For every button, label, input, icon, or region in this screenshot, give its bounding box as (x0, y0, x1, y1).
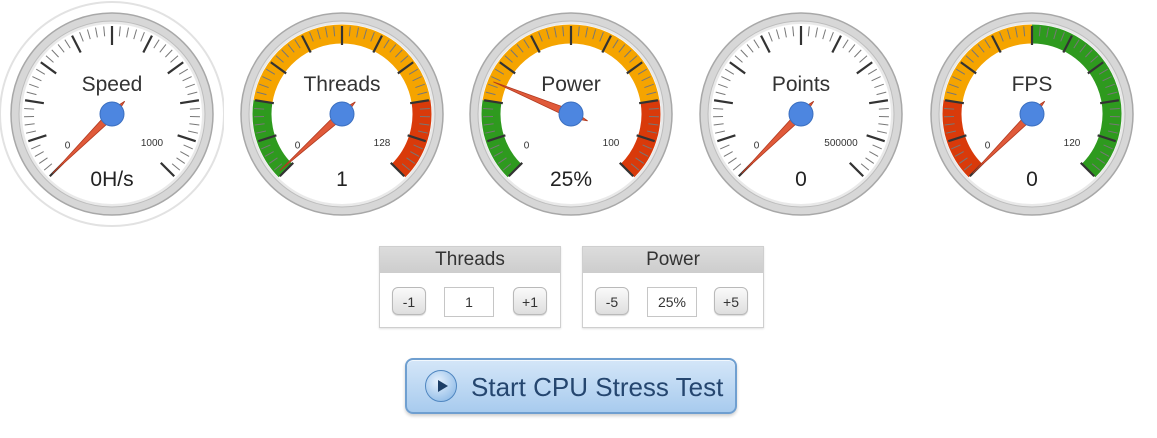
gauge-speed-value: 0H/s (90, 168, 133, 191)
gauge-fps-hub (1019, 101, 1045, 127)
gauge-fps-value: 0 (1026, 168, 1038, 191)
gauge-speed: Speed 0 1000 0H/s (0, 0, 224, 232)
power-value-field[interactable]: 25% (647, 287, 697, 317)
threads-increment-button[interactable]: +1 (513, 287, 547, 315)
play-icon (425, 370, 457, 402)
gauge-power-dial: Power 0 100 25% (469, 12, 673, 216)
gauge-points-minor-tick (878, 107, 889, 110)
gauge-fps: FPS 0 120 0 (928, 0, 1136, 232)
gauge-points-title: Points (772, 73, 830, 96)
gauge-power: Power 0 100 25% (467, 0, 675, 232)
gauge-speed-dial: Speed 0 1000 0H/s (0, 1, 224, 227)
gauge-threads-value: 1 (336, 168, 348, 191)
gauge-fps-min-label: 0 (985, 141, 991, 152)
gauge-threads-max-label: 128 (374, 138, 391, 149)
gauge-power-minor-tick (648, 107, 659, 110)
gauge-points-hub (788, 101, 814, 127)
gauge-points: Points 0 500000 0 (697, 0, 905, 232)
gauge-points-value: 0 (795, 168, 807, 191)
power-control-title: Power (583, 247, 763, 273)
gauge-points-min-label: 0 (754, 141, 760, 152)
gauge-threads-title: Threads (303, 73, 380, 96)
gauge-fps-max-label: 120 (1064, 138, 1081, 149)
threads-control-title: Threads (380, 247, 560, 273)
gauge-speed-max-label: 1000 (141, 138, 164, 149)
gauge-power-title: Power (541, 73, 601, 96)
gauge-points-dial: Points 0 500000 0 (699, 12, 903, 216)
gauge-threads-hub (329, 101, 355, 127)
gauge-threads-minor-tick (254, 107, 265, 110)
gauge-points-minor-tick (713, 107, 724, 110)
gauge-power-minor-tick (483, 107, 494, 110)
gauge-fps-minor-tick (1109, 107, 1120, 110)
threads-value-field[interactable]: 1 (444, 287, 494, 317)
threads-decrement-button[interactable]: -1 (392, 287, 426, 315)
gauge-threads-dial: Threads0 1281 (240, 12, 444, 216)
gauge-threads-minor-tick (419, 107, 430, 110)
gauge-speed-minor-tick (189, 107, 200, 110)
gauge-speed-hub (99, 101, 125, 127)
power-control-panel: Power -5 25% +5 (582, 246, 764, 328)
gauge-points-max-label: 500000 (824, 138, 858, 149)
power-decrement-button[interactable]: -5 (595, 287, 629, 315)
gauge-fps-minor-tick (944, 107, 955, 110)
gauge-power-min-label: 0 (524, 141, 530, 152)
gauge-speed-minor-tick (24, 107, 35, 110)
gauge-speed-title: Speed (82, 73, 143, 96)
threads-control-panel: Threads -1 1 +1 (379, 246, 561, 328)
start-cpu-stress-test-button[interactable]: Start CPU Stress Test (405, 358, 737, 414)
gauge-power-hub (558, 101, 584, 127)
gauge-fps-dial: FPS 0 120 0 (930, 12, 1134, 216)
gauge-fps-title: FPS (1012, 73, 1053, 96)
power-increment-button[interactable]: +5 (714, 287, 748, 315)
gauge-power-max-label: 100 (603, 138, 620, 149)
gauge-speed-min-label: 0 (65, 141, 71, 152)
start-button-label: Start CPU Stress Test (471, 372, 724, 402)
gauge-threads: Threads 0 128 1 (238, 0, 446, 232)
gauge-power-value: 25% (550, 168, 592, 191)
